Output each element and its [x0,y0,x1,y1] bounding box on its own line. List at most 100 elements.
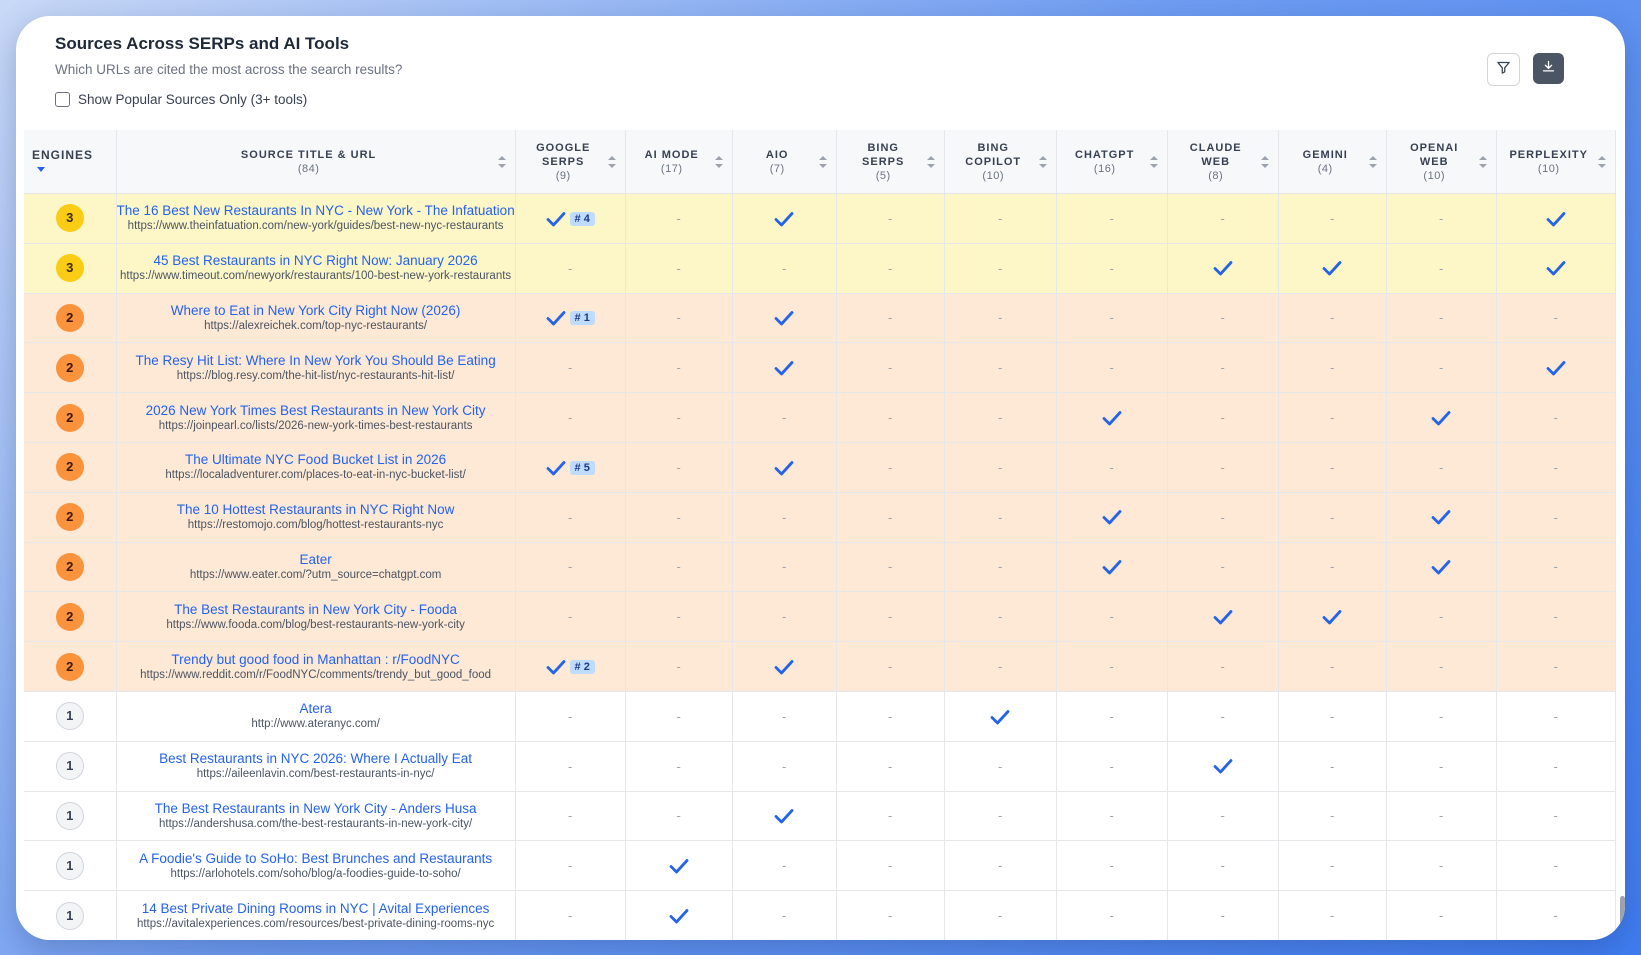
source-title-link[interactable]: 2026 New York Times Best Restaurants in … [117,402,515,419]
source-title-link[interactable]: A Foodie's Guide to SoHo: Best Brunches … [117,850,515,867]
source-cell: Trendy but good food in Manhattan : r/Fo… [116,641,516,692]
empty-dash: - [998,310,1003,326]
cited-cell [1386,492,1497,543]
column-header-openai-web[interactable]: OPENAI WEB (10) [1386,130,1497,194]
column-header-source[interactable]: SOURCE TITLE & URL (84) [116,130,516,194]
engines-cell: 2 [24,392,117,443]
column-count: (10) [982,169,1004,182]
engines-cell: 2 [24,442,117,493]
source-title-link[interactable]: The 16 Best New Restaurants In NYC - New… [117,202,515,219]
empty-dash: - [1109,758,1114,774]
source-url: https://www.reddit.com/r/FoodNYC/comment… [140,668,492,681]
rank-badge: # 4 [569,211,595,226]
column-label: OPENAI [1410,141,1459,154]
source-title-link[interactable]: The Ultimate NYC Food Bucket List in 202… [117,451,515,468]
empty-cell: - [625,442,733,493]
empty-cell: - [1167,542,1279,593]
table-row[interactable]: 3 45 Best Restaurants in NYC Right Now: J… [24,243,1616,294]
table-row[interactable]: 2 The Best Restaurants in New York City -… [24,591,1616,643]
empty-cell: - [515,392,626,443]
source-title-link[interactable]: Eater [117,551,515,568]
source-title-link[interactable]: Best Restaurants in NYC 2026: Where I Ac… [117,750,515,767]
column-label: CHATGPT [1075,148,1135,161]
column-header-chatgpt[interactable]: CHATGPT (16) [1056,130,1168,194]
empty-dash: - [1220,210,1225,226]
source-url: https://joinpearl.co/lists/2026-new-york… [158,419,473,432]
column-header-perplexity[interactable]: PERPLEXITY (10) [1496,130,1616,194]
column-header-bing-copilot[interactable]: BING COPILOT (10) [944,130,1057,194]
empty-dash: - [1109,459,1114,475]
rank-badge: # 2 [569,659,595,674]
column-header-gemini[interactable]: GEMINI (4) [1278,130,1387,194]
sources-table: ENGINES SOURCE TITLE & URL (84) GOOGLE SER… [24,130,1616,940]
table-row[interactable]: 1 14 Best Private Dining Rooms in NYC | A… [24,890,1616,940]
source-title-link[interactable]: Where to Eat in New York City Right Now … [117,302,515,319]
empty-cell: - [1496,492,1616,543]
column-label: GEMINI [1302,148,1348,161]
empty-dash: - [888,858,893,874]
checkmark-icon [669,908,689,924]
table-row[interactable]: 1 A Foodie's Guide to SoHo: Best Brunches… [24,840,1616,892]
cited-cell [1278,591,1387,643]
column-header-claude-web[interactable]: CLAUDE WEB (8) [1167,130,1279,194]
source-title-link[interactable]: 14 Best Private Dining Rooms in NYC | Av… [117,900,515,917]
empty-dash: - [1330,858,1335,874]
engine-count-badge: 2 [55,303,84,332]
source-url: https://www.fooda.com/blog/best-restaura… [166,618,465,631]
empty-cell: - [1056,442,1168,493]
column-header-engines[interactable]: ENGINES [24,130,117,194]
source-title-link[interactable]: 45 Best Restaurants in NYC Right Now: Ja… [117,252,515,269]
source-title-link[interactable]: The Best Restaurants in New York City - … [117,800,515,817]
source-title-link[interactable]: Atera [117,700,515,717]
empty-cell: - [1386,691,1497,742]
empty-dash: - [1330,310,1335,326]
empty-dash: - [1109,260,1114,276]
table-row[interactable]: 2 Trendy but good food in Manhattan : r/F… [24,641,1616,692]
checkmark-icon [1102,559,1122,575]
table-row[interactable]: 2 The Resy Hit List: Where In New York Yo… [24,342,1616,394]
empty-dash: - [888,210,893,226]
source-title-link[interactable]: Trendy but good food in Manhattan : r/Fo… [117,651,515,668]
empty-cell: - [1386,791,1497,842]
empty-dash: - [1553,410,1558,426]
scrollbar-thumb[interactable] [1620,896,1625,926]
empty-dash: - [1220,509,1225,525]
empty-cell: - [1167,890,1279,940]
download-button[interactable] [1533,53,1564,84]
filter-button[interactable] [1487,53,1520,86]
empty-cell: - [836,890,945,940]
table-row[interactable]: 1 Atera http://www.ateranyc.com/ - - - - - - - - - [24,691,1616,742]
empty-cell: - [1056,591,1168,643]
cited-cell [1278,243,1387,294]
table-row[interactable]: 1 The Best Restaurants in New York City -… [24,791,1616,842]
source-title-link[interactable]: The Resy Hit List: Where In New York You… [117,352,515,369]
source-url: https://avitalexperiences.com/resources/… [136,917,495,930]
empty-cell: - [944,791,1057,842]
source-title-link[interactable]: The Best Restaurants in New York City - … [117,601,515,618]
table-row[interactable]: 1 Best Restaurants in NYC 2026: Where I A… [24,741,1616,792]
column-header-bing-serps[interactable]: BING SERPS (5) [836,130,945,194]
empty-dash: - [568,858,573,874]
column-header-ai-mode[interactable]: AI MODE (17) [625,130,733,194]
popular-sources-toggle[interactable]: Show Popular Sources Only (3+ tools) [55,92,307,107]
source-title-link[interactable]: The 10 Hottest Restaurants in NYC Right … [117,501,515,518]
cited-rank-cell: # 2 [515,641,626,692]
table-row[interactable]: 2 Where to Eat in New York City Right Now… [24,293,1616,344]
empty-dash: - [1330,708,1335,724]
checkmark-icon [546,310,566,326]
table-row[interactable]: 2 The 10 Hottest Restaurants in NYC Right… [24,492,1616,543]
table-row[interactable]: 2 2026 New York Times Best Restaurants in… [24,392,1616,443]
empty-cell: - [625,492,733,543]
empty-dash: - [1109,708,1114,724]
empty-cell: - [1386,442,1497,493]
column-header-aio[interactable]: AIO (7) [732,130,837,194]
table-row[interactable]: 2 The Ultimate NYC Food Bucket List in 20… [24,442,1616,493]
source-cell: 45 Best Restaurants in NYC Right Now: Ja… [116,243,516,294]
column-count: (16) [1093,162,1116,175]
table-row[interactable]: 2 Eater https://www.eater.com/?utm_source=… [24,542,1616,593]
empty-dash: - [568,559,573,575]
sources-card: Sources Across SERPs and AI Tools Which … [16,16,1625,940]
table-row[interactable]: 3 The 16 Best New Restaurants In NYC - Ne… [24,193,1616,244]
popular-sources-checkbox[interactable] [55,92,70,107]
column-header-google-serps[interactable]: GOOGLE SERPS (9) [515,130,626,194]
